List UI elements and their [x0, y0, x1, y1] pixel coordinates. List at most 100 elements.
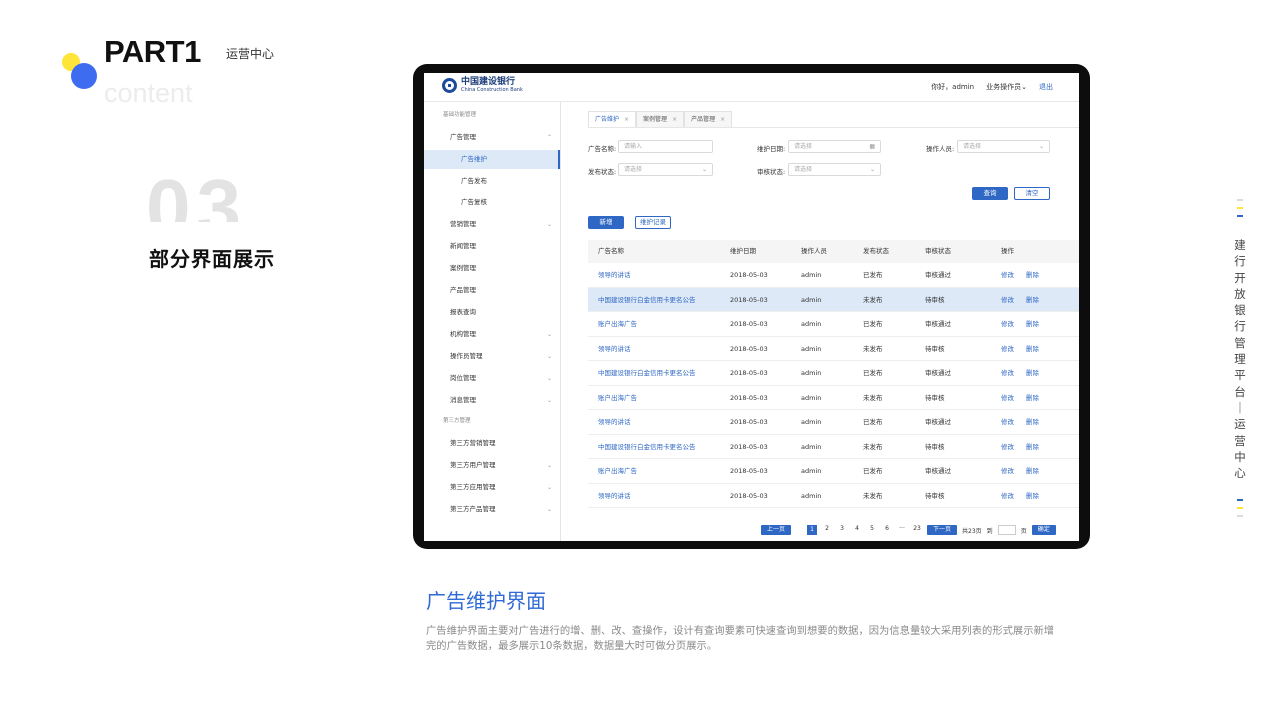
device-frame: 中国建设银行 China Construction Bank 你好，admin … — [413, 64, 1090, 549]
add-button[interactable]: 新增 — [588, 216, 624, 229]
delete-link[interactable]: 删除 — [1026, 288, 1039, 312]
logo-cn-text: 中国建设银行 — [461, 77, 516, 87]
tab-item[interactable]: 案例管理 × — [636, 111, 685, 127]
sidebar-item-label: 第三方产品管理 — [450, 505, 496, 513]
table-cell: 待审核 — [925, 442, 945, 451]
delete-link[interactable]: 删除 — [1026, 484, 1039, 508]
close-icon[interactable]: × — [624, 112, 629, 127]
tab-item[interactable]: 广告维护 × — [588, 111, 637, 127]
table-cell: 已发布 — [863, 418, 883, 426]
maint-date-picker[interactable]: 请选择 ▦ — [788, 140, 881, 153]
close-icon[interactable]: × — [720, 112, 725, 127]
sidebar-item[interactable]: 案例管理 — [424, 259, 560, 278]
maint-date-placeholder: 请选择 — [794, 143, 813, 150]
page-number[interactable]: 2 — [822, 525, 832, 535]
close-icon[interactable]: × — [672, 112, 677, 127]
query-button[interactable]: 查询 — [972, 187, 1008, 200]
review-status-placeholder: 请选择 — [794, 166, 813, 173]
table-row[interactable]: 账户出海广告 2018-05-03 admin 已发布 审核通过 修改 删除 — [588, 312, 1079, 337]
table-row[interactable]: 领导的讲话 2018-05-03 admin 未发布 待审核 修改 删除 — [588, 484, 1079, 508]
page-number[interactable]: 3 — [837, 525, 847, 535]
table-row[interactable]: 中国建设银行白金信用卡更名公告 2018-05-03 admin 已发布 审核通过 修改删… — [588, 361, 1079, 386]
delete-link[interactable]: 删除 — [1026, 337, 1039, 361]
ad-name-link[interactable]: 领导的讲话 — [598, 263, 631, 287]
delete-link[interactable]: 删除 — [1026, 459, 1039, 483]
section-number: 03 — [146, 163, 247, 222]
operator-select[interactable]: 请选择 ⌄ — [957, 140, 1050, 153]
delete-link[interactable]: 删除 — [1026, 435, 1039, 459]
sidebar-item[interactable]: 广告维护 — [424, 150, 560, 169]
delete-link[interactable]: 删除 — [1026, 263, 1039, 287]
tab-item[interactable]: 产品管理 × — [684, 111, 733, 127]
sidebar-item[interactable]: 广告发布 — [424, 172, 560, 191]
edit-link[interactable]: 修改 — [1001, 361, 1014, 385]
table-cell: admin — [801, 271, 822, 279]
sidebar-item[interactable]: 广告管理 ⌃ — [424, 128, 560, 147]
ad-name-link[interactable]: 中国建设银行白金信用卡更名公告 — [598, 288, 696, 312]
publish-status-select[interactable]: 请选择 ⌄ — [618, 163, 713, 176]
edit-link[interactable]: 修改 — [1001, 288, 1014, 312]
confirm-page-button[interactable]: 确定 — [1031, 525, 1056, 535]
delete-link[interactable]: 删除 — [1026, 410, 1039, 434]
app-screen: 中国建设银行 China Construction Bank 你好，admin … — [424, 73, 1079, 541]
role-dropdown[interactable]: 业务操作员⌄ — [986, 82, 1027, 92]
maintenance-log-button[interactable]: 维护记录 — [635, 216, 671, 229]
sidebar-item[interactable]: 第三方应用管理 ⌄ — [424, 478, 560, 497]
table-row[interactable]: 中国建设银行白金信用卡更名公告 2018-05-03 admin 未发布 待审核 修改 删除 — [588, 435, 1079, 459]
delete-link[interactable]: 删除 — [1026, 386, 1039, 410]
page-number[interactable]: 23 — [912, 525, 922, 535]
table-row[interactable]: 领导的讲话 2018-05-03 admin 已发布 审核通过 修改 删除 — [588, 410, 1079, 435]
edit-link[interactable]: 修改 — [1001, 312, 1014, 336]
ad-name-link[interactable]: 领导的讲话 — [598, 484, 631, 508]
delete-link[interactable]: 删除 — [1026, 312, 1039, 336]
edit-link[interactable]: 修改 — [1001, 263, 1014, 287]
table-row[interactable]: 领导的讲话 2018-05-03 admin 已发布 审核通过 修改 删除 — [588, 263, 1079, 288]
table-row[interactable]: 领导的讲话 2018-05-03 admin 未发布 待审核 修改 删除 — [588, 337, 1079, 361]
page-number[interactable]: 4 — [852, 525, 862, 535]
ad-name-link[interactable]: 中国建设银行白金信用卡更名公告 — [598, 435, 696, 459]
sidebar-item[interactable]: 第三方用户管理 ⌄ — [424, 456, 560, 475]
ad-name-link[interactable]: 账户出海广告 — [598, 312, 637, 336]
column-header: 发布状态 — [863, 247, 889, 255]
ad-name-link[interactable]: 中国建设银行白金信用卡更名公告 — [598, 361, 696, 385]
edit-link[interactable]: 修改 — [1001, 484, 1014, 508]
calendar-icon: ▦ — [869, 143, 875, 150]
ad-name-link[interactable]: 账户出海广告 — [598, 459, 637, 483]
edit-link[interactable]: 修改 — [1001, 337, 1014, 361]
clear-button[interactable]: 清空 — [1014, 187, 1050, 200]
sidebar-item[interactable]: 产品管理 — [424, 281, 560, 300]
sidebar-item[interactable]: 消息管理 ⌄ — [424, 391, 560, 410]
edit-link[interactable]: 修改 — [1001, 410, 1014, 434]
sidebar-item[interactable]: 操作员管理 ⌄ — [424, 347, 560, 366]
prev-page-button[interactable]: 上一页 — [761, 525, 792, 535]
page-number[interactable]: 1 — [807, 525, 818, 535]
sidebar-item-label: 广告发布 — [461, 177, 487, 185]
publish-status-label: 发布状态: — [588, 168, 617, 176]
review-status-select[interactable]: 请选择 ⌄ — [788, 163, 881, 176]
table-row[interactable]: 账户出海广告 2018-05-03 admin 未发布 待审核 修改 删除 — [588, 386, 1079, 410]
sidebar-item[interactable]: 机构管理 ⌄ — [424, 325, 560, 344]
table-row[interactable]: 中国建设银行白金信用卡更名公告 2018-05-03 admin 未发布 待审核 修改 删除 — [588, 287, 1079, 312]
edit-link[interactable]: 修改 — [1001, 435, 1014, 459]
page-number[interactable]: 5 — [867, 525, 877, 535]
logout-link[interactable]: 退出 — [1039, 82, 1053, 92]
sidebar-item[interactable]: 报表查询 — [424, 303, 560, 322]
delete-link[interactable]: 删除 — [1026, 361, 1039, 385]
edit-link[interactable]: 修改 — [1001, 386, 1014, 410]
ad-name-link[interactable]: 领导的讲话 — [598, 410, 631, 434]
next-page-button[interactable]: 下一页 — [927, 525, 958, 535]
sidebar-item[interactable]: 岗位管理 ⌄ — [424, 369, 560, 388]
ad-name-link[interactable]: 领导的讲话 — [598, 337, 631, 361]
table-row[interactable]: 账户出海广告 2018-05-03 admin 已发布 审核通过 修改 删除 — [588, 459, 1079, 484]
page-number[interactable]: 6 — [882, 525, 892, 535]
goto-page-input[interactable] — [997, 525, 1016, 535]
edit-link[interactable]: 修改 — [1001, 459, 1014, 483]
sidebar-item[interactable]: 第三方营销管理 — [424, 434, 560, 453]
sidebar-item[interactable]: 新闻管理 — [424, 237, 560, 256]
sidebar-item[interactable]: 第三方产品管理 ⌄ — [424, 500, 560, 519]
table-cell: 待审核 — [925, 344, 945, 353]
ad-name-input[interactable]: 请输入 — [618, 140, 713, 153]
ad-name-link[interactable]: 账户出海广告 — [598, 386, 637, 410]
sidebar-item[interactable]: 营销管理 ⌄ — [424, 215, 560, 234]
sidebar-item[interactable]: 广告复核 — [424, 193, 560, 212]
